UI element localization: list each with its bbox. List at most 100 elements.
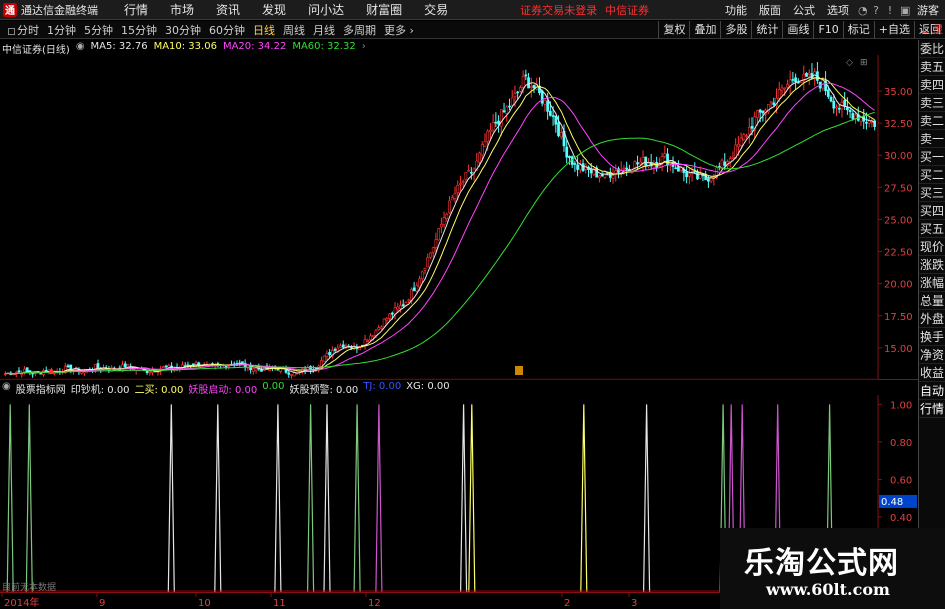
- chart-tool-2[interactable]: 多股: [720, 21, 751, 39]
- period-tab-7[interactable]: 周线: [279, 22, 309, 38]
- menu-market[interactable]: 市场: [160, 1, 206, 18]
- period-tab-5[interactable]: 60分钟: [205, 22, 249, 38]
- event-marker-icon[interactable]: [515, 366, 523, 375]
- settings-circle-icon[interactable]: ◉: [76, 41, 85, 55]
- candle-body: [235, 363, 239, 365]
- candle-body: [666, 153, 669, 166]
- menu-assistant[interactable]: 问小达: [298, 1, 356, 18]
- candle-body: [453, 193, 457, 199]
- broker-name[interactable]: 中信证券: [605, 2, 649, 18]
- sidebar-l[interactable]: L: [918, 22, 932, 40]
- candle-body: [780, 87, 784, 91]
- menu-layout[interactable]: 版面: [753, 2, 787, 18]
- sidebar-item-4[interactable]: 卖二: [919, 112, 945, 130]
- candle-body: [377, 327, 381, 330]
- price-tick-label: 27.50: [884, 183, 913, 194]
- settings-circle-icon[interactable]: ◉: [2, 381, 11, 395]
- user-name[interactable]: 游客: [911, 2, 945, 18]
- event-marker-small-icon[interactable]: ▲: [48, 366, 55, 376]
- chart-tool-1[interactable]: 叠加: [689, 21, 720, 39]
- help-icon[interactable]: ?: [869, 4, 883, 17]
- sidebar-item-19[interactable]: 自动: [919, 382, 945, 400]
- more-arrow-icon[interactable]: ›: [362, 41, 366, 55]
- chart-tool-4[interactable]: 画线: [782, 21, 813, 39]
- menu-trade[interactable]: 交易: [414, 1, 460, 18]
- candle-body: [745, 135, 748, 137]
- sidebar-item-8[interactable]: 买三: [919, 184, 945, 202]
- candle-body: [794, 77, 797, 83]
- period-tab-3[interactable]: 15分钟: [117, 22, 161, 38]
- bell-icon[interactable]: ◔: [855, 4, 869, 17]
- candle-body: [674, 167, 678, 170]
- sidebar-item-1[interactable]: 卖五: [919, 58, 945, 76]
- menu-function[interactable]: 功能: [719, 2, 753, 18]
- stock-title[interactable]: 中信证券(日线): [2, 41, 70, 56]
- trade-login-status[interactable]: 证券交易未登录: [520, 2, 597, 18]
- ind-item-7: XG: 0.00: [406, 381, 450, 392]
- price-tick-label: 25.00: [884, 215, 913, 226]
- period-tab-9[interactable]: 多周期: [339, 22, 380, 38]
- candle-body: [576, 164, 579, 170]
- sidebar-item-12[interactable]: 涨跌: [919, 256, 945, 274]
- menu-quotes[interactable]: 行情: [114, 1, 160, 18]
- sidebar-item-17[interactable]: 净资: [919, 346, 945, 364]
- menu-formula[interactable]: 公式: [787, 2, 821, 18]
- candle-body: [846, 107, 849, 111]
- candle-body: [385, 318, 389, 321]
- period-tab-8[interactable]: 月线: [309, 22, 339, 38]
- expand-icon[interactable]: ⊞: [860, 58, 868, 68]
- period-tab-1[interactable]: 1分钟: [43, 22, 80, 38]
- sidebar-item-6[interactable]: 买一: [919, 148, 945, 166]
- lock-icon[interactable]: ▣: [897, 4, 911, 17]
- title-right-tools: 功能 版面 公式 选项 ◔ ? ! ▣ 游客: [719, 0, 945, 20]
- period-tab-4[interactable]: 30分钟: [161, 22, 205, 38]
- menu-wealth[interactable]: 财富圈: [356, 1, 414, 18]
- sidebar-item-9[interactable]: 买四: [919, 202, 945, 220]
- ma5-label: MA5: 32.76: [90, 41, 148, 52]
- chart-tool-3[interactable]: 统计: [751, 21, 782, 39]
- indicator-name[interactable]: 股票指标网: [16, 381, 66, 396]
- chart-tool-6[interactable]: 标记: [842, 21, 874, 39]
- sidebar-item-20[interactable]: 行情: [919, 400, 945, 418]
- candlestick-chart[interactable]: 15.00 17.50 20.00 22.50 25.00 27.50 30.00 32.50…: [0, 55, 918, 380]
- diamond-icon[interactable]: ◇: [846, 58, 853, 68]
- candle-body: [31, 372, 34, 375]
- candle-body: [777, 89, 781, 99]
- menu-discover[interactable]: 发现: [252, 1, 298, 18]
- menu-options[interactable]: 选项: [821, 2, 855, 18]
- price-tick-label: 32.50: [884, 119, 913, 130]
- period-tab-0[interactable]: 分时: [4, 22, 43, 38]
- candle-body: [519, 87, 522, 92]
- sidebar-item-5[interactable]: 卖一: [919, 130, 945, 148]
- sidebar-ling[interactable]: 灵: [932, 22, 945, 40]
- sidebar-item-14[interactable]: 总量: [919, 292, 945, 310]
- chart-tool-0[interactable]: 复权: [658, 21, 689, 39]
- candle-body: [644, 156, 648, 167]
- candle-body: [429, 252, 432, 258]
- period-tab-2[interactable]: 5分钟: [80, 22, 117, 38]
- period-tab-6[interactable]: 日线: [249, 22, 279, 38]
- candle-body: [551, 115, 555, 117]
- candle-body: [17, 370, 21, 373]
- app-title: 通达信金融终端: [21, 3, 98, 17]
- period-tab-10[interactable]: 更多 ›: [380, 22, 418, 38]
- sidebar-item-11[interactable]: 现价: [919, 238, 945, 256]
- candle-body: [532, 84, 536, 89]
- sidebar-item-16[interactable]: 换手: [919, 328, 945, 346]
- sidebar-item-15[interactable]: 外盘: [919, 310, 945, 328]
- info-icon[interactable]: !: [883, 4, 897, 17]
- sidebar-item-3[interactable]: 卖三: [919, 94, 945, 112]
- menu-news[interactable]: 资讯: [206, 1, 252, 18]
- sidebar-item-10[interactable]: 买五: [919, 220, 945, 238]
- sidebar-item-13[interactable]: 涨幅: [919, 274, 945, 292]
- sidebar-item-2[interactable]: 卖四: [919, 76, 945, 94]
- chart-tool-5[interactable]: F10: [813, 21, 842, 39]
- chart-tool-7[interactable]: +自选: [873, 21, 914, 39]
- candle-body: [339, 345, 342, 348]
- status-note: 目前无本数据: [2, 583, 57, 593]
- indicator-tick-label: 0.80: [890, 438, 912, 449]
- sidebar-item-18[interactable]: 收益: [919, 364, 945, 382]
- sidebar-item-7[interactable]: 买二: [919, 166, 945, 184]
- candle-body: [480, 144, 484, 156]
- sidebar-item-0[interactable]: 委比: [919, 40, 945, 58]
